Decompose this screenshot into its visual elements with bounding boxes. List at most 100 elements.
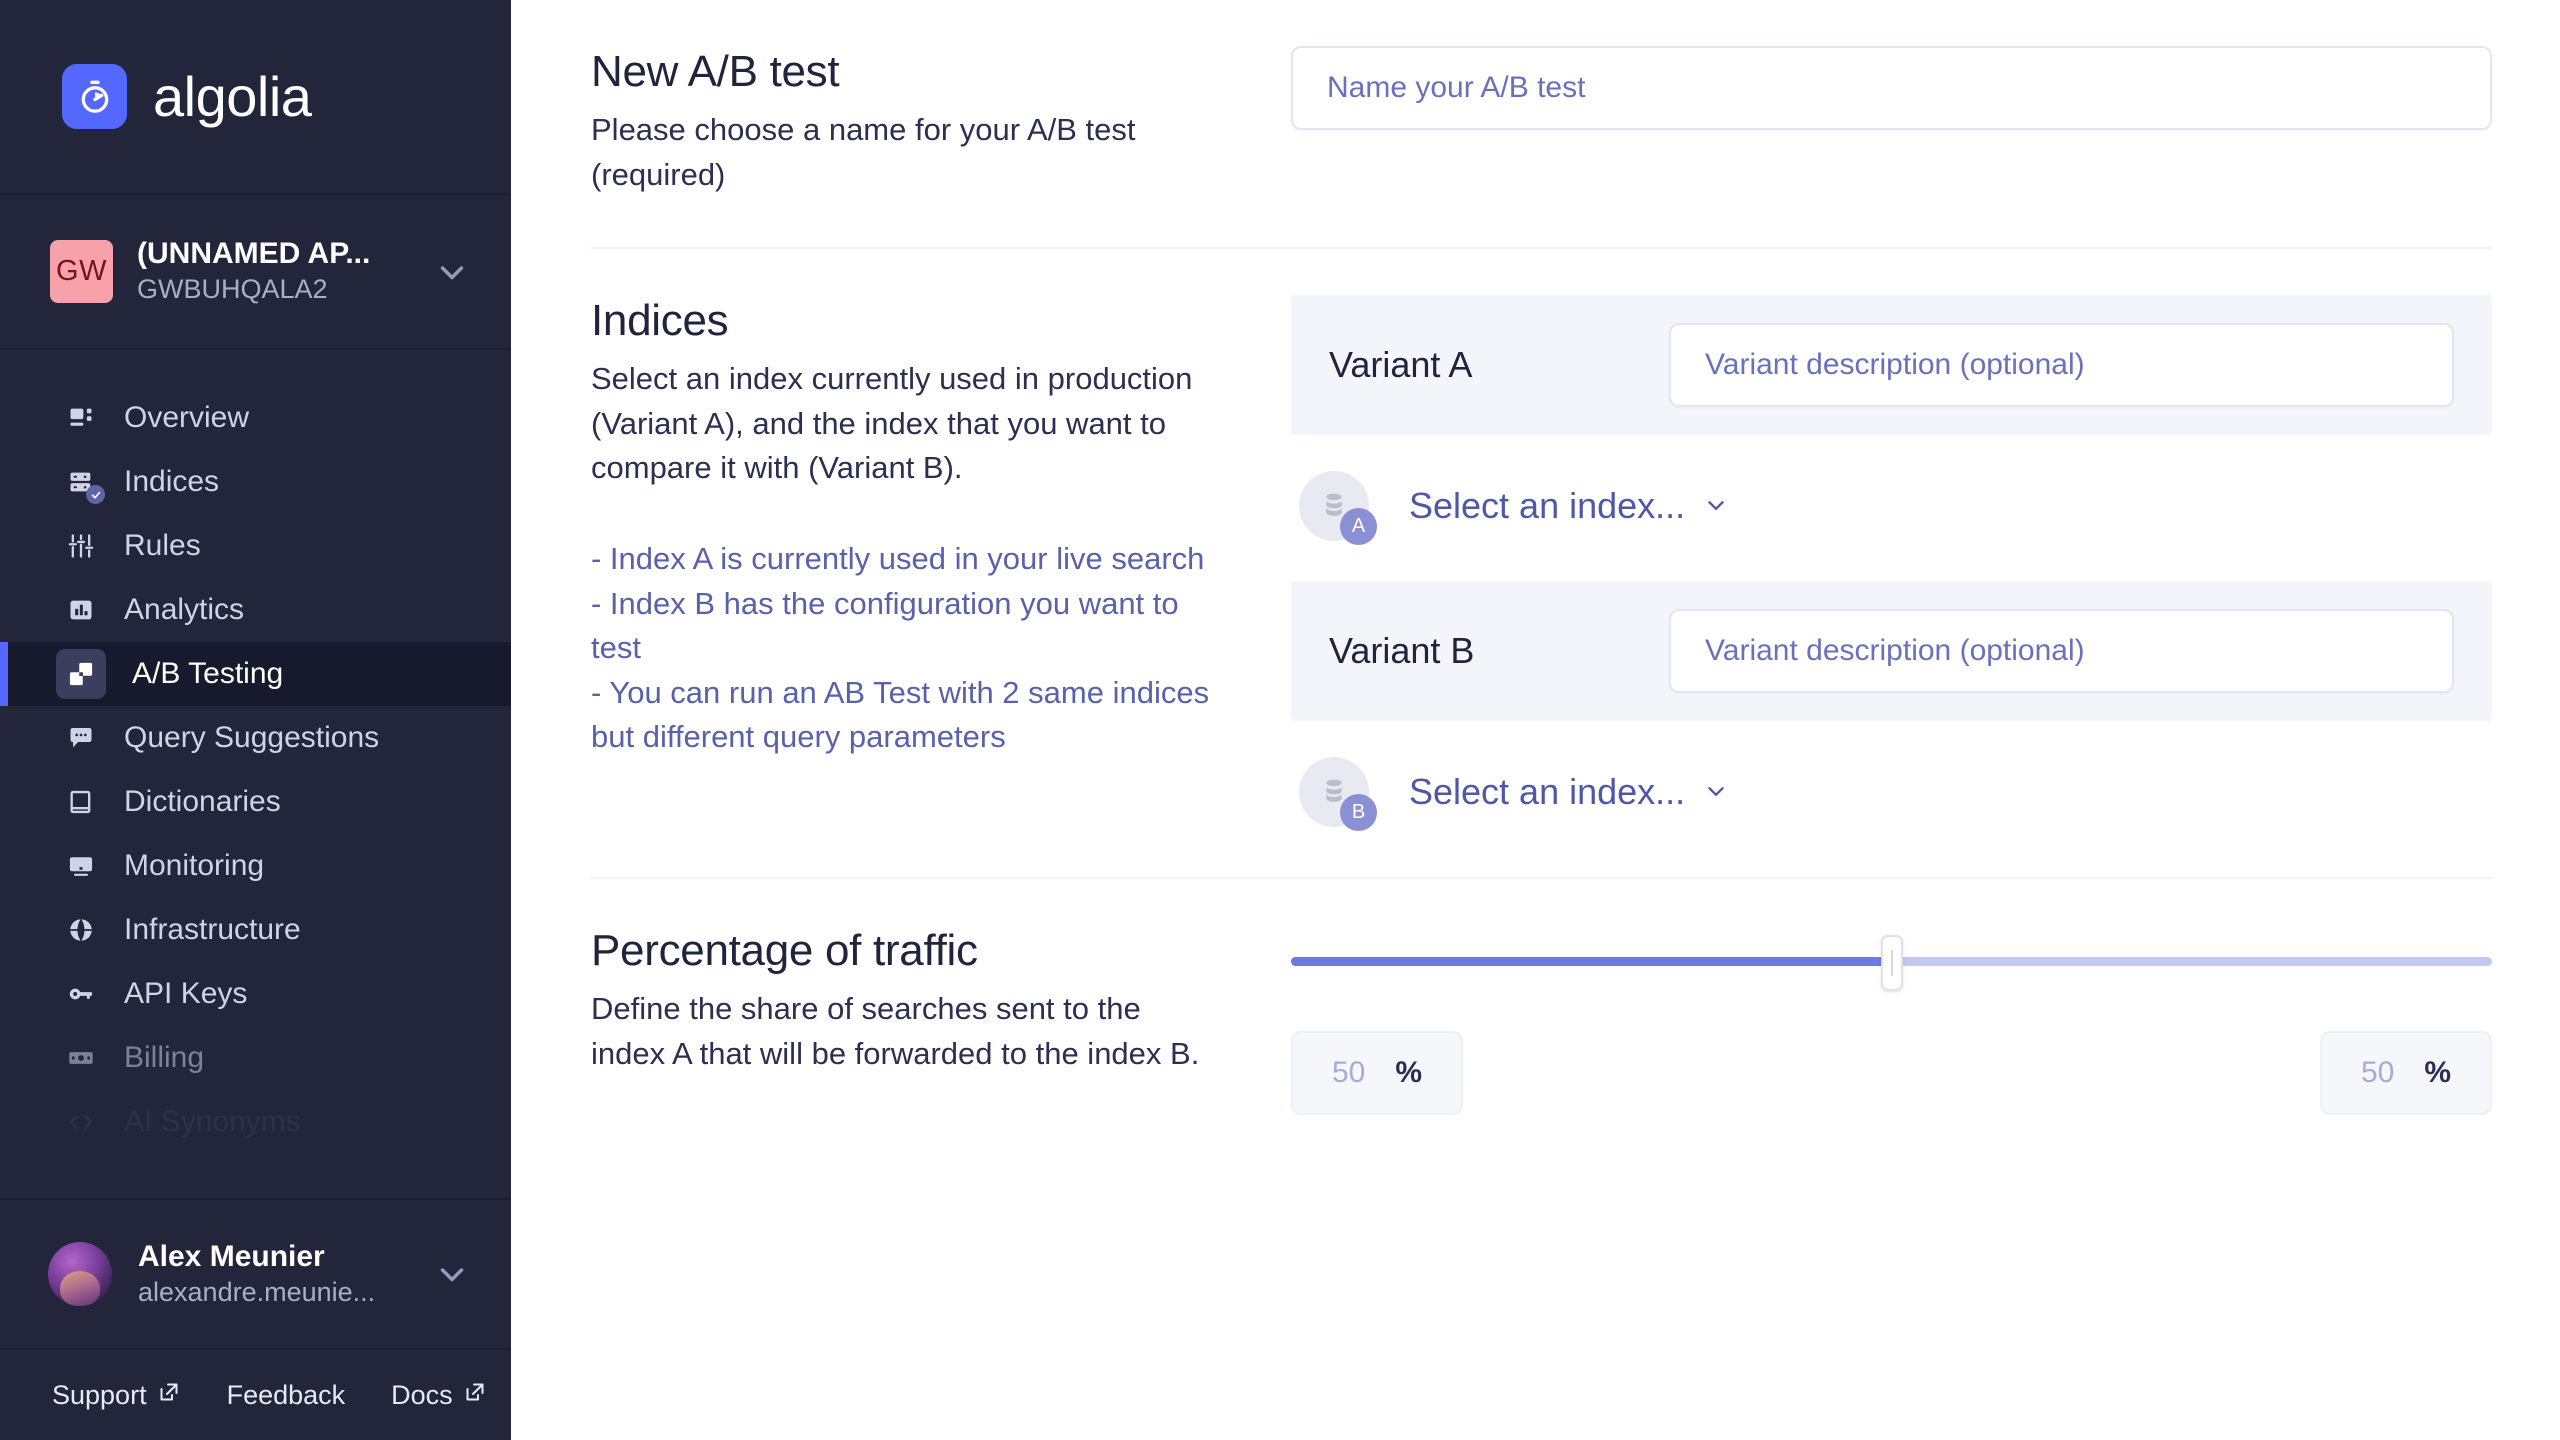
application-name: (UNNAMED AP... <box>137 236 371 270</box>
docs-link[interactable]: Docs <box>391 1380 487 1411</box>
brand-name: algolia <box>153 65 312 128</box>
traffic-slider[interactable] <box>1291 935 2492 992</box>
section-traffic-info: Percentage of traffic Define the share o… <box>591 925 1291 1076</box>
database-stack-icon: B <box>1299 757 1377 832</box>
variant-a-description-input[interactable] <box>1669 323 2454 408</box>
database-stack-icon: A <box>1299 471 1377 546</box>
sidebar-item-ai-synonyms[interactable]: AI Synonyms <box>0 1090 511 1154</box>
section-percentage-of-traffic: Percentage of traffic Define the share o… <box>591 877 2492 1165</box>
section-indices-variants: Variant A A Select an index... <box>1291 295 2492 832</box>
main-content: New A/B test Please choose a name for yo… <box>511 0 2560 1440</box>
variant-b-label: Variant B <box>1329 630 1475 672</box>
variant-b-index-row: B Select an index... <box>1291 721 2492 832</box>
section-indices-info: Indices Select an index currently used i… <box>591 295 1291 760</box>
brand-logo[interactable]: algolia <box>0 0 511 195</box>
variant-a-badge: A <box>1340 508 1377 546</box>
application-switcher[interactable]: GW (UNNAMED AP... GWBUHQALA2 <box>0 195 511 350</box>
sidebar-item-label: Analytics <box>124 593 245 626</box>
banknote-icon <box>64 1041 98 1075</box>
variant-a-card: Variant A <box>1291 295 2492 436</box>
slider-thumb[interactable] <box>1880 935 1903 992</box>
percent-sign: % <box>2424 1056 2452 1090</box>
key-icon <box>64 977 98 1011</box>
percentage-a-input[interactable]: 50 % <box>1291 1031 1463 1116</box>
variant-b-description-input[interactable] <box>1669 609 2454 694</box>
support-link-label: Support <box>52 1379 147 1410</box>
variant-b-index-select-label: Select an index... <box>1409 771 1686 813</box>
traffic-description: Define the share of searches sent to the… <box>591 991 1200 1071</box>
sidebar-item-indices[interactable]: Indices <box>0 450 511 514</box>
external-link-icon <box>463 1380 487 1411</box>
sidebar-item-label: Dictionaries <box>124 785 281 818</box>
indices-hints: - Index A is currently used in your live… <box>591 540 1210 755</box>
variant-b-card: Variant B <box>1291 581 2492 722</box>
monitor-icon <box>64 849 98 883</box>
bar-chart-icon <box>64 593 98 627</box>
variant-a-index-row: A Select an index... <box>1291 435 2492 546</box>
feedback-link-label: Feedback <box>226 1379 346 1410</box>
page-description: Please choose a name for your A/B test (… <box>591 111 1136 192</box>
section-new-ab-test-info: New A/B test Please choose a name for yo… <box>591 46 1291 197</box>
user-name: Alex Meunier <box>138 1239 325 1273</box>
sidebar-item-label: Billing <box>124 1041 205 1074</box>
support-link[interactable]: Support <box>52 1380 181 1411</box>
avatar <box>48 1242 112 1306</box>
section-new-ab-test-field <box>1291 46 2492 130</box>
ab-squares-icon <box>56 649 106 699</box>
chevron-down-icon <box>433 253 471 291</box>
sidebar-item-query-suggestions[interactable]: Query Suggestions <box>0 706 511 770</box>
sidebar-item-label: Rules <box>124 529 201 562</box>
chevron-down-icon <box>1703 771 1729 813</box>
code-icon <box>64 1105 98 1139</box>
sidebar-item-api-keys[interactable]: API Keys <box>0 962 511 1026</box>
sidebar-item-dictionaries[interactable]: Dictionaries <box>0 770 511 834</box>
sidebar-item-label: Monitoring <box>124 849 265 882</box>
section-new-ab-test: New A/B test Please choose a name for yo… <box>591 0 2492 247</box>
sidebar-item-ab-testing[interactable]: A/B Testing <box>0 642 511 706</box>
external-link-icon <box>157 1380 181 1411</box>
docs-link-label: Docs <box>391 1379 453 1410</box>
database-check-icon <box>64 465 105 504</box>
percentage-inputs: 50 % 50 % <box>1291 1031 2492 1116</box>
sidebar-item-label: Infrastructure <box>124 913 301 946</box>
dashboard-icon <box>64 401 98 435</box>
variant-a-label: Variant A <box>1329 344 1473 386</box>
variant-b-index-select[interactable]: Select an index... <box>1409 771 1729 813</box>
percent-sign: % <box>1395 1056 1423 1090</box>
sidebar-item-infrastructure[interactable]: Infrastructure <box>0 898 511 962</box>
section-indices: Indices Select an index currently used i… <box>591 247 2492 877</box>
feedback-link[interactable]: Feedback <box>227 1380 346 1411</box>
variant-a-index-select[interactable]: Select an index... <box>1409 485 1729 527</box>
variant-spacer <box>1291 541 2492 581</box>
slider-fill <box>1291 957 1892 967</box>
globe-icon <box>64 913 98 947</box>
sidebar-footer: Support Feedback Docs <box>0 1348 511 1440</box>
check-badge-icon <box>86 485 105 504</box>
sidebar-item-label: Query Suggestions <box>124 721 380 754</box>
ab-test-name-input[interactable] <box>1291 46 2492 130</box>
sidebar-item-rules[interactable]: Rules <box>0 514 511 578</box>
sidebar-item-billing[interactable]: Billing <box>0 1026 511 1090</box>
traffic-title: Percentage of traffic <box>591 926 978 976</box>
sidebar-item-label: Indices <box>124 465 220 498</box>
sidebar-item-overview[interactable]: Overview <box>0 386 511 450</box>
chat-bubble-icon <box>64 721 98 755</box>
sidebar: algolia GW (UNNAMED AP... GWBUHQALA2 Ove… <box>0 0 511 1440</box>
sidebar-nav: Overview Indices Rules Analytics A/B Tes… <box>0 350 511 1198</box>
app-root: algolia GW (UNNAMED AP... GWBUHQALA2 Ove… <box>0 0 2560 1440</box>
sliders-icon <box>64 529 98 563</box>
percentage-a-value: 50 <box>1331 1056 1366 1090</box>
percentage-b-input[interactable]: 50 % <box>2320 1031 2492 1116</box>
section-traffic-controls: 50 % 50 % <box>1291 925 2492 1116</box>
user-menu[interactable]: Alex Meunier alexandre.meunie... <box>0 1198 511 1348</box>
indices-title: Indices <box>591 296 729 346</box>
sidebar-item-monitoring[interactable]: Monitoring <box>0 834 511 898</box>
sidebar-item-label: A/B Testing <box>132 657 284 690</box>
sidebar-item-label: Overview <box>124 401 250 434</box>
sidebar-item-analytics[interactable]: Analytics <box>0 578 511 642</box>
percentage-b-value: 50 <box>2360 1056 2395 1090</box>
application-id: GWBUHQALA2 <box>137 273 328 304</box>
chevron-down-icon <box>1703 485 1729 527</box>
book-icon <box>64 785 98 819</box>
user-email: alexandre.meunie... <box>138 1277 376 1308</box>
